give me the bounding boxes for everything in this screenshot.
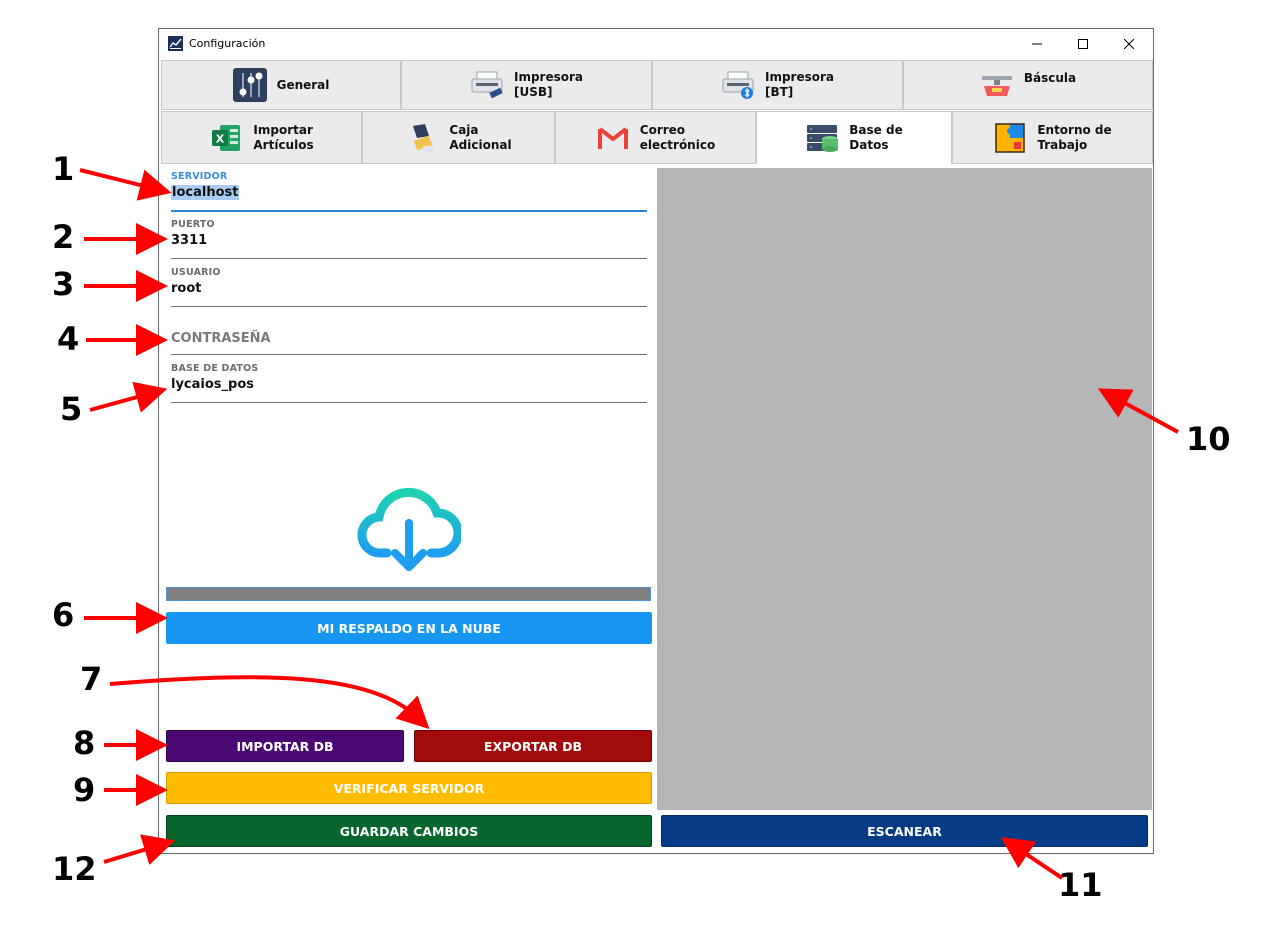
port-input[interactable]: 3311	[171, 233, 647, 248]
user-underline	[171, 306, 647, 307]
scale-icon	[980, 71, 1014, 101]
close-button[interactable]	[1106, 29, 1152, 59]
server-list-panel[interactable]	[657, 168, 1152, 810]
tab-extra-cashbox[interactable]: Caja Adicional	[362, 111, 555, 164]
tab-general[interactable]: General	[161, 60, 401, 110]
export-db-button[interactable]: EXPORTAR DB	[414, 730, 652, 762]
password-field[interactable]: CONTRASEÑA	[171, 315, 647, 355]
tab-bt-printer-label: Impresora [BT]	[764, 70, 835, 99]
tab-usb-printer[interactable]: Impresora [USB]	[401, 60, 652, 110]
maximize-icon	[1078, 39, 1088, 49]
arrow-5	[89, 381, 168, 413]
user-input[interactable]: root	[171, 281, 647, 296]
minimize-icon	[1032, 43, 1042, 45]
tab-workspace[interactable]: Entorno de Trabajo	[952, 111, 1153, 164]
cash-register-icon	[405, 121, 439, 155]
database-label: BASE DE DATOS	[171, 363, 259, 374]
annotation-12: 12	[52, 850, 97, 888]
port-underline	[171, 258, 647, 259]
annotation-6: 6	[52, 596, 75, 634]
excel-icon: X	[209, 121, 243, 155]
configuration-window: Configuración General Impresora [USB] Im…	[158, 28, 1154, 854]
verify-server-button[interactable]: VERIFICAR SERVIDOR	[166, 772, 652, 804]
server-field[interactable]: SERVIDOR localhost	[171, 171, 647, 212]
tab-row-1: General Impresora [USB] Impresora [BT] B…	[161, 60, 1153, 110]
annotation-4: 4	[57, 320, 80, 358]
server-underline	[171, 210, 647, 212]
annotation-8: 8	[73, 724, 96, 762]
user-label: USUARIO	[171, 267, 221, 278]
tab-import-articles-label: Importar Artículos	[253, 122, 314, 152]
scan-button[interactable]: ESCANEAR	[661, 815, 1148, 847]
server-label: SERVIDOR	[171, 171, 228, 182]
tab-email-label: Correo electrónico	[639, 122, 716, 152]
server-input[interactable]: localhost	[171, 185, 647, 200]
server-value: localhost	[171, 185, 240, 200]
backup-progress-bar	[166, 587, 651, 601]
annotation-9: 9	[73, 771, 96, 809]
database-input[interactable]: lycaios_pos	[171, 377, 647, 392]
tab-extra-cashbox-label: Caja Adicional	[449, 122, 512, 152]
port-field[interactable]: PUERTO 3311	[171, 219, 647, 259]
annotation-5: 5	[60, 390, 83, 428]
tab-database-label: Base de Datos	[849, 122, 903, 152]
title-bar: Configuración	[159, 29, 1153, 59]
user-field[interactable]: USUARIO root	[171, 267, 647, 307]
gmail-icon	[596, 121, 630, 155]
svg-text:X: X	[216, 132, 225, 145]
database-icon	[805, 121, 839, 155]
tab-workspace-label: Entorno de Trabajo	[1037, 122, 1112, 152]
close-icon	[1124, 39, 1134, 49]
tab-bt-printer[interactable]: Impresora [BT]	[652, 60, 903, 110]
arrow-1	[79, 168, 172, 201]
sliders-icon	[232, 68, 267, 102]
database-underline	[171, 402, 647, 403]
tab-scale-label: Báscula	[1023, 71, 1077, 85]
tab-email[interactable]: Correo electrónico	[555, 111, 756, 164]
import-db-button[interactable]: IMPORTAR DB	[166, 730, 404, 762]
tab-scale[interactable]: Báscula	[903, 60, 1153, 110]
arrow-12	[103, 834, 176, 865]
save-changes-button[interactable]: GUARDAR CAMBIOS	[166, 815, 652, 847]
app-chart-icon	[168, 36, 183, 51]
cloud-backup-button[interactable]: MI RESPALDO EN LA NUBE	[166, 612, 652, 644]
tab-database[interactable]: Base de Datos	[756, 111, 952, 164]
annotation-10: 10	[1186, 420, 1231, 458]
puzzle-icon	[993, 121, 1027, 155]
database-settings-panel: SERVIDOR localhost PUERTO 3311 USUARIO r…	[159, 165, 655, 854]
usb-printer-icon	[470, 68, 504, 102]
password-input[interactable]: CONTRASEÑA	[171, 331, 271, 346]
tab-row-2: X Importar Artículos Caja Adicional Corr…	[161, 111, 1153, 164]
database-field[interactable]: BASE DE DATOS lycaios_pos	[171, 363, 647, 403]
annotation-7: 7	[80, 660, 103, 698]
bluetooth-printer-icon	[721, 68, 755, 102]
window-title: Configuración	[189, 37, 266, 50]
cloud-download-icon	[357, 483, 463, 575]
tab-usb-printer-label: Impresora [USB]	[513, 70, 584, 99]
annotation-2: 2	[52, 218, 75, 256]
annotation-1: 1	[52, 150, 75, 188]
maximize-button[interactable]	[1060, 29, 1106, 59]
tab-import-articles[interactable]: X Importar Artículos	[161, 111, 362, 164]
tab-general-label: General	[276, 77, 330, 92]
port-label: PUERTO	[171, 219, 215, 230]
annotation-11: 11	[1058, 866, 1103, 904]
minimize-button[interactable]	[1014, 29, 1060, 59]
password-underline	[171, 354, 647, 355]
annotation-3: 3	[52, 265, 75, 303]
